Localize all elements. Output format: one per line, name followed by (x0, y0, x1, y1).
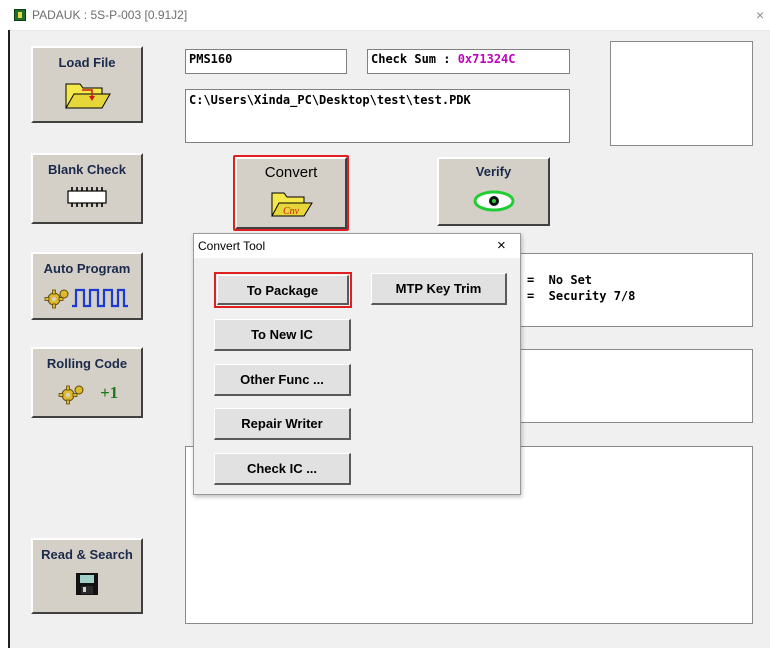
to-new-ic-button[interactable]: To New IC (214, 319, 351, 351)
other-func-button[interactable]: Other Func ... (214, 364, 351, 396)
verify-label: Verify (475, 164, 512, 179)
mtp-key-trim-button[interactable]: MTP Key Trim (371, 273, 507, 305)
rolling-code-button[interactable]: Rolling Code +1 (31, 347, 143, 418)
file-path-field[interactable]: C:\Users\Xinda_PC\Desktop\test\test.PDK (185, 89, 570, 143)
blank-check-button[interactable]: Blank Check (31, 153, 143, 224)
load-file-label: Load File (58, 55, 116, 70)
ic-name-field[interactable]: PMS160 (185, 49, 347, 74)
load-file-button[interactable]: Load File (31, 46, 143, 123)
convert-highlight-frame (233, 155, 349, 231)
window-title: PADAUK : 5S-P-003 [0.91J2] (32, 8, 188, 22)
checksum-field: Check Sum : 0x71324C (367, 49, 570, 74)
window-left-border (8, 30, 10, 648)
chip-icon (33, 186, 141, 213)
preview-box (610, 41, 753, 146)
to-package-highlight-frame (214, 272, 352, 308)
repair-writer-button[interactable]: Repair Writer (214, 408, 351, 440)
auto-program-button[interactable]: Auto Program (31, 252, 143, 320)
verify-button[interactable]: Verify (437, 157, 550, 226)
rolling-code-label: Rolling Code (46, 356, 128, 371)
auto-program-label: Auto Program (43, 261, 131, 276)
info-line: = No Set (527, 273, 593, 287)
checksum-label: Check Sum : (371, 52, 458, 66)
read-search-label: Read & Search (41, 547, 133, 562)
dialog-title-bar: Convert Tool × (194, 234, 520, 258)
eye-icon (439, 190, 548, 217)
floppy-disk-icon (33, 572, 141, 601)
read-search-button[interactable]: Read & Search (31, 538, 143, 614)
dialog-close-icon[interactable]: × (497, 237, 506, 254)
open-folder-icon (33, 78, 141, 117)
info-panel: = No Set = Security 7/8 (488, 253, 753, 327)
gear-pulse-icon (33, 284, 141, 315)
check-ic-button[interactable]: Check IC ... (214, 453, 351, 485)
main-window: PADAUK : 5S-P-003 [0.91J2] × Load File B… (8, 0, 770, 648)
checksum-value: 0x71324C (457, 52, 516, 66)
rolling-code-increment: +1 (100, 383, 119, 402)
dialog-title: Convert Tool (198, 239, 266, 253)
app-icon (14, 9, 26, 21)
title-bar: PADAUK : 5S-P-003 [0.91J2] × (8, 0, 770, 31)
convert-tool-dialog: Convert Tool × To Package MTP Key Trim T… (193, 233, 521, 495)
window-close-icon[interactable]: × (756, 7, 764, 23)
blank-check-label: Blank Check (47, 162, 127, 177)
info-line: = Security 7/8 (527, 289, 636, 303)
status-panel (488, 349, 753, 423)
gear-icon: +1 (33, 381, 141, 405)
